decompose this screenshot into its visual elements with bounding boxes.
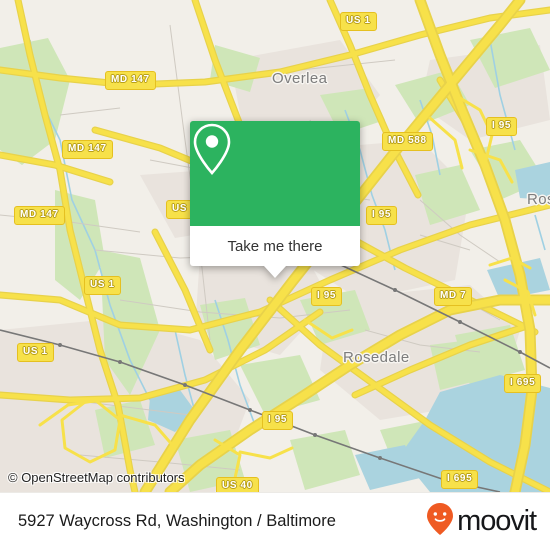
take-me-there-label: Take me there [227,237,323,255]
moovit-smiley-pin-icon [425,502,455,541]
highway-shield-i-95: I 95 [262,411,294,430]
place-label-rosedale: Rosedale [343,349,410,366]
popup-pointer [264,266,286,278]
footer-bar: 5927 Waycross Rd, Washington / Baltimore… [0,492,550,550]
highway-shield-us-40: US 40 [216,477,259,492]
map-screen: .rd { stroke:#f7e14a; stroke-linecap:rou… [0,0,550,550]
highway-shield-md-588: MD 588 [382,132,433,151]
popup-header [190,121,360,226]
highway-shield-us-1: US 1 [340,12,377,31]
highway-shield-md-147: MD 147 [62,140,113,159]
highway-shield-i-95: I 95 [366,206,398,225]
highway-shield-md-7: MD 7 [434,287,473,306]
location-popup[interactable]: Take me there [190,121,360,278]
highway-shield-us-1: US 1 [17,343,54,362]
moovit-wordmark: moovit [457,505,537,537]
highway-shield-i-695: I 695 [441,470,479,489]
address-label: 5927 Waycross Rd, Washington / Baltimore [18,512,336,530]
highway-shield-i-95: I 95 [311,287,343,306]
moovit-logo[interactable]: moovit [425,502,537,541]
map-canvas[interactable]: .rd { stroke:#f7e14a; stroke-linecap:rou… [0,0,550,492]
place-label-rosedale-edge: Ros [527,191,550,208]
highway-shield-md-147: MD 147 [105,71,156,90]
highway-shield-us-1: US 1 [84,276,121,295]
highway-shield-i-695: I 695 [504,374,542,393]
place-label-overlea: Overlea [272,70,328,87]
osm-attribution[interactable]: © OpenStreetMap contributors [8,470,185,485]
highway-shield-i-95: I 95 [486,117,518,136]
highway-shield-md-147: MD 147 [14,206,65,225]
popup-action-bar[interactable]: Take me there [190,226,360,266]
